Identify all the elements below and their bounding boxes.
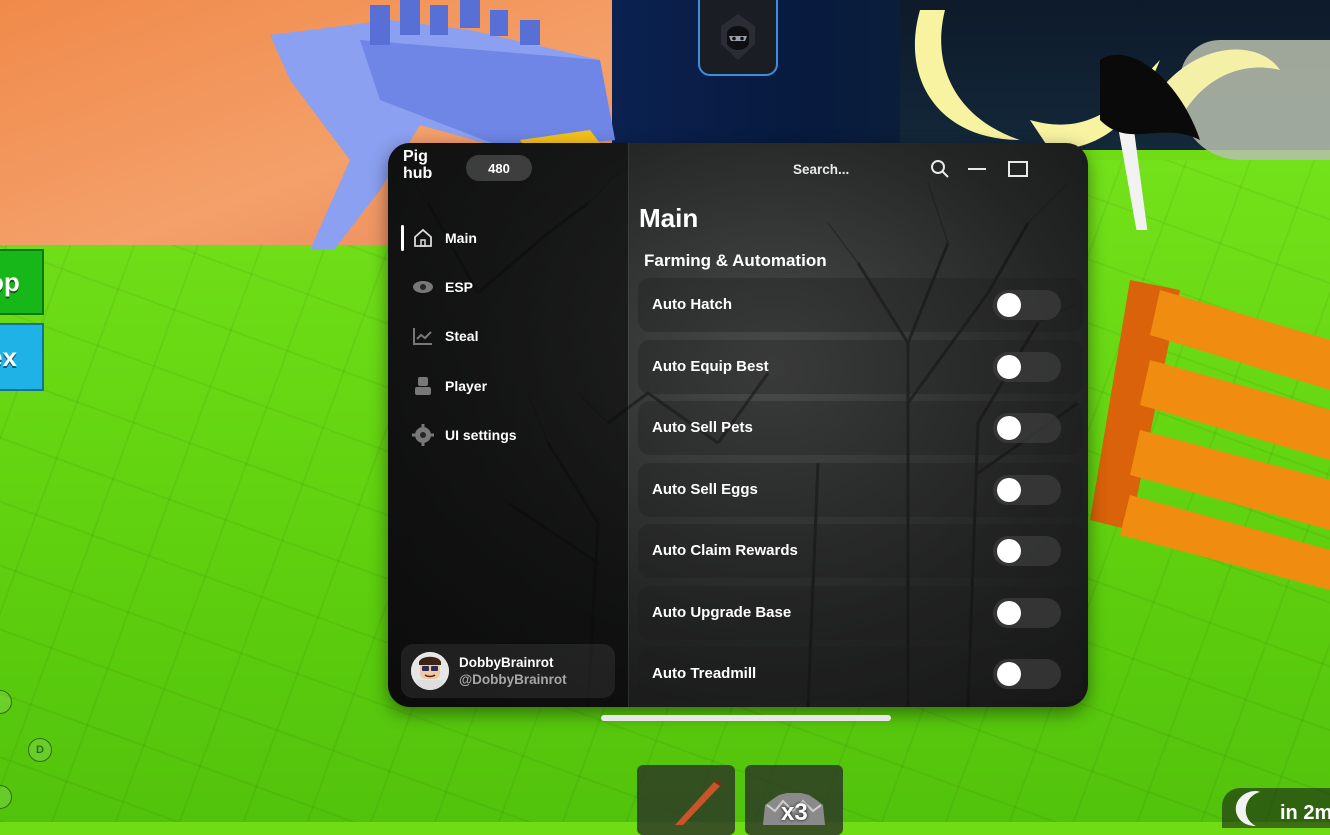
toggle-knob [997,354,1021,379]
search-input[interactable]: Search... [793,162,849,177]
toggle-row-auto-sell-pets[interactable]: Auto Sell Pets [638,401,1083,455]
user-handle: @DobbyBrainrot [459,672,567,687]
nav-item-steal[interactable]: Steal [388,312,628,361]
index-button[interactable]: ex [0,323,44,391]
toggle-label: Auto Treadmill [652,665,757,682]
page-title: Main [639,203,699,233]
toggle-label: Auto Sell Pets [652,419,753,436]
version-badge: 480 [466,155,532,181]
hotbar-slot-trap[interactable]: x3 [745,765,843,835]
user-profile-card[interactable]: DobbyBrainrot @DobbyBrainrot [401,644,615,698]
nav-label-ui-settings: UI settings [445,427,517,444]
sidebar-divider [628,143,629,707]
toggle-knob [997,662,1021,686]
window-drag-handle[interactable] [601,715,891,721]
minimize-icon[interactable] [965,157,989,181]
auto-upgrade-base-toggle[interactable] [993,597,1061,628]
pig-hub-window: Pig hub 480 Search... Main ESP Steal Pla… [388,143,1088,707]
toggle-row-auto-treadmill[interactable]: Auto Treadmill [638,647,1083,701]
auto-sell-pets-toggle[interactable] [993,413,1061,443]
toggle-knob [997,293,1021,317]
user-icon [410,373,436,399]
user-display-name: DobbyBrainrot [459,655,554,670]
eye-icon [410,274,436,300]
nav-label-steal: Steal [445,328,479,345]
toggle-label: Auto Hatch [652,296,732,313]
section-title: Farming & Automation [644,251,827,270]
ninja-logo-icon [721,14,755,60]
sidebar-nav: Main ESP Steal Player UI settings [388,213,628,460]
orange-fence [1090,280,1330,590]
nav-item-player[interactable]: Player [388,361,628,410]
nav-label-player: Player [445,377,488,394]
auto-sell-eggs-toggle[interactable] [993,474,1061,505]
shop-button-label: op [0,266,20,297]
auto-equip-best-toggle[interactable] [993,351,1061,382]
nav-label-main: Main [445,229,477,246]
moon-icon [1235,791,1260,826]
toggle-row-auto-claim-rewards[interactable]: Auto Claim Rewards [638,524,1083,578]
gear-icon [410,422,436,448]
toggle-row-auto-upgrade-base[interactable]: Auto Upgrade Base [638,585,1083,640]
search-icon[interactable] [928,157,952,181]
avatar [411,652,449,690]
hotbar-slot-bat[interactable] [637,765,735,835]
chart-icon [410,323,436,349]
toggle-label: Auto Sell Eggs [652,480,758,498]
auto-claim-rewards-toggle[interactable] [993,536,1061,566]
index-button-label: ex [0,341,17,372]
toggle-label: Auto Claim Rewards [652,542,798,559]
nav-label-esp: ESP [445,279,474,296]
toggle-row-auto-hatch[interactable]: Auto Hatch [638,278,1083,332]
nav-item-main[interactable]: Main [388,213,628,262]
toggle-label: Auto Upgrade Base [652,603,792,621]
hub-title: Pig hub [403,148,433,182]
auto-treadmill-toggle[interactable] [993,659,1061,689]
auto-hatch-toggle[interactable] [993,290,1061,320]
toggle-row-auto-sell-eggs[interactable]: Auto Sell Eggs [638,462,1083,517]
nav-item-esp[interactable]: ESP [388,262,628,311]
toggle-row-auto-equip-best[interactable]: Auto Equip Best [638,339,1083,394]
toggle-knob [997,416,1021,440]
nav-item-ui-settings[interactable]: UI settings [388,411,628,460]
hub-logo-button[interactable] [698,0,778,76]
shop-button[interactable]: op [0,249,44,315]
toggle-knob [997,600,1021,625]
baseball-bat-icon [675,779,722,825]
key-hint-d: D [28,738,52,762]
event-timer: in 2m [1222,788,1330,828]
toggle-label: Auto Equip Best [652,357,769,375]
toggle-knob [997,477,1021,502]
maximize-icon[interactable] [1006,157,1030,181]
home-icon [410,225,436,251]
item-count: x3 [781,799,808,826]
toggle-knob [997,539,1021,563]
